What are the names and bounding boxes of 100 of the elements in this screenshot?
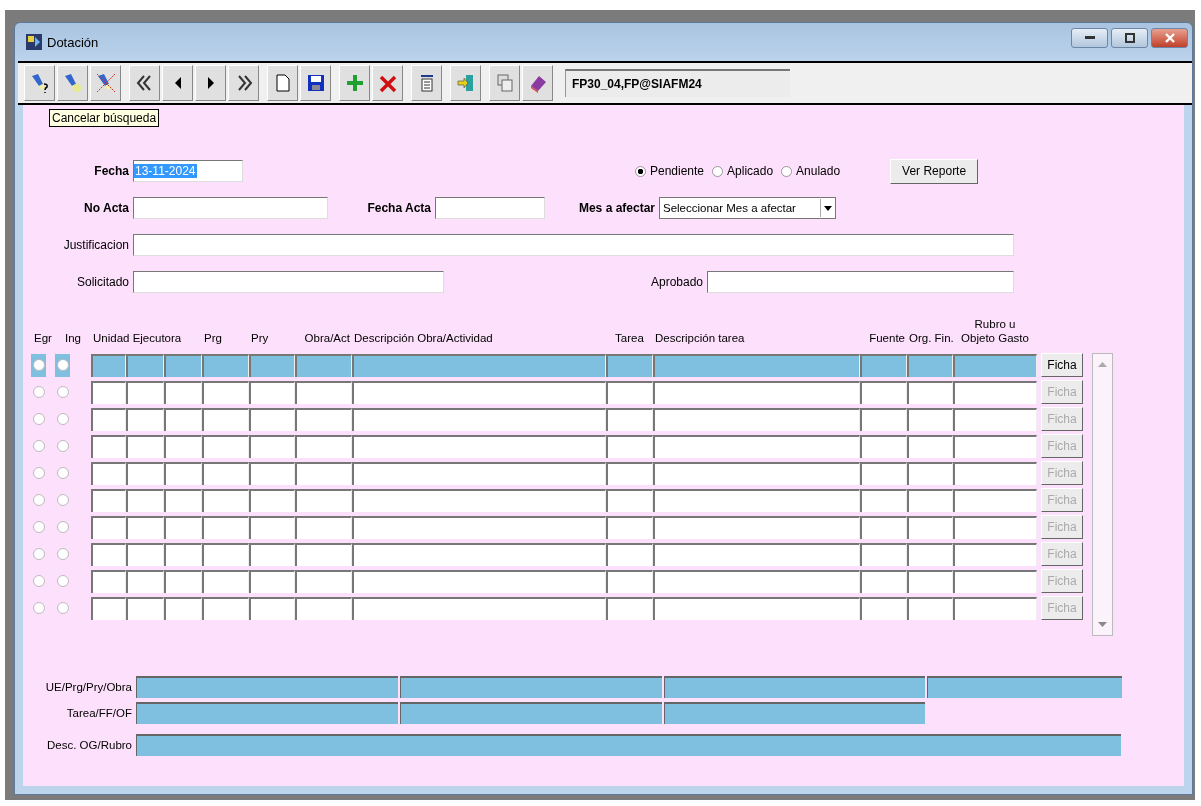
help-button[interactable]	[522, 65, 553, 101]
table-cell[interactable]	[164, 353, 202, 377]
month-dropdown[interactable]: Seleccionar Mes a afectar	[659, 197, 836, 219]
minimize-button[interactable]	[1071, 28, 1108, 48]
table-cell[interactable]	[126, 380, 164, 404]
table-cell[interactable]	[860, 353, 907, 377]
table-cell[interactable]	[126, 542, 164, 566]
table-cell[interactable]	[202, 596, 249, 620]
egr-radio[interactable]	[32, 413, 45, 425]
table-cell[interactable]	[860, 380, 907, 404]
table-cell[interactable]	[653, 596, 860, 620]
table-cell[interactable]	[860, 407, 907, 431]
input-field[interactable]	[435, 197, 545, 219]
next-button[interactable]	[195, 65, 226, 101]
first-button[interactable]	[129, 65, 160, 101]
status-radio[interactable]	[781, 165, 793, 177]
table-cell[interactable]	[202, 542, 249, 566]
table-cell[interactable]	[953, 515, 1037, 539]
table-cell[interactable]	[249, 596, 295, 620]
table-cell[interactable]	[860, 542, 907, 566]
table-cell[interactable]	[295, 461, 352, 485]
table-cell[interactable]	[295, 596, 352, 620]
table-cell[interactable]	[202, 488, 249, 512]
ing-radio[interactable]	[56, 440, 69, 452]
table-cell[interactable]	[352, 488, 606, 512]
table-cell[interactable]	[295, 434, 352, 458]
table-cell[interactable]	[164, 488, 202, 512]
ing-radio[interactable]	[56, 359, 69, 371]
ing-radio[interactable]	[56, 521, 69, 533]
table-cell[interactable]	[164, 515, 202, 539]
table-cell[interactable]	[953, 461, 1037, 485]
table-cell[interactable]	[953, 380, 1037, 404]
execute-button[interactable]	[57, 65, 88, 101]
table-cell[interactable]	[164, 542, 202, 566]
table-cell[interactable]	[653, 353, 860, 377]
table-cell[interactable]	[953, 542, 1037, 566]
save-button[interactable]	[300, 65, 331, 101]
table-cell[interactable]	[295, 542, 352, 566]
table-cell[interactable]	[606, 407, 653, 431]
table-cell[interactable]	[126, 488, 164, 512]
ing-radio[interactable]	[56, 413, 69, 425]
table-cell[interactable]	[953, 407, 1037, 431]
table-cell[interactable]	[164, 596, 202, 620]
table-cell[interactable]	[653, 542, 860, 566]
input-field[interactable]	[133, 197, 328, 219]
exit-button[interactable]	[450, 65, 481, 101]
keys-button[interactable]	[489, 65, 520, 101]
table-cell[interactable]	[907, 515, 953, 539]
table-cell[interactable]	[249, 380, 295, 404]
table-cell[interactable]	[653, 407, 860, 431]
table-cell[interactable]	[249, 569, 295, 593]
table-cell[interactable]	[249, 461, 295, 485]
table-cell[interactable]	[295, 353, 352, 377]
table-cell[interactable]	[653, 461, 860, 485]
table-cell[interactable]	[164, 461, 202, 485]
table-cell[interactable]	[352, 434, 606, 458]
egr-radio[interactable]	[32, 440, 45, 452]
insert-button[interactable]	[339, 65, 370, 101]
report-button[interactable]: Ver Reporte	[890, 158, 979, 184]
ing-radio[interactable]	[56, 386, 69, 398]
table-cell[interactable]	[907, 380, 953, 404]
table-cell[interactable]	[907, 569, 953, 593]
table-cell[interactable]	[164, 569, 202, 593]
table-cell[interactable]	[249, 434, 295, 458]
table-cell[interactable]	[653, 569, 860, 593]
table-cell[interactable]	[295, 488, 352, 512]
table-cell[interactable]	[126, 407, 164, 431]
table-cell[interactable]	[202, 434, 249, 458]
egr-radio[interactable]	[32, 602, 45, 614]
table-cell[interactable]	[860, 434, 907, 458]
table-cell[interactable]	[91, 380, 126, 404]
table-cell[interactable]	[91, 488, 126, 512]
table-cell[interactable]	[202, 407, 249, 431]
table-cell[interactable]	[860, 515, 907, 539]
table-cell[interactable]	[126, 596, 164, 620]
new-button[interactable]	[267, 65, 298, 101]
ing-radio[interactable]	[56, 575, 69, 587]
table-cell[interactable]	[653, 380, 860, 404]
table-cell[interactable]	[126, 353, 164, 377]
table-cell[interactable]	[91, 407, 126, 431]
table-cell[interactable]	[606, 542, 653, 566]
table-cell[interactable]	[126, 569, 164, 593]
table-cell[interactable]	[907, 542, 953, 566]
table-cell[interactable]	[295, 515, 352, 539]
table-cell[interactable]	[91, 461, 126, 485]
list-button[interactable]	[411, 65, 442, 101]
ing-radio[interactable]	[56, 548, 69, 560]
table-cell[interactable]	[126, 515, 164, 539]
table-cell[interactable]	[953, 569, 1037, 593]
table-cell[interactable]	[860, 488, 907, 512]
table-cell[interactable]	[653, 515, 860, 539]
egr-radio[interactable]	[32, 467, 45, 479]
table-cell[interactable]	[164, 380, 202, 404]
table-cell[interactable]	[907, 461, 953, 485]
table-cell[interactable]	[249, 407, 295, 431]
table-cell[interactable]	[249, 542, 295, 566]
table-cell[interactable]	[249, 353, 295, 377]
delete-button[interactable]	[372, 65, 403, 101]
table-cell[interactable]	[606, 461, 653, 485]
table-cell[interactable]	[91, 434, 126, 458]
